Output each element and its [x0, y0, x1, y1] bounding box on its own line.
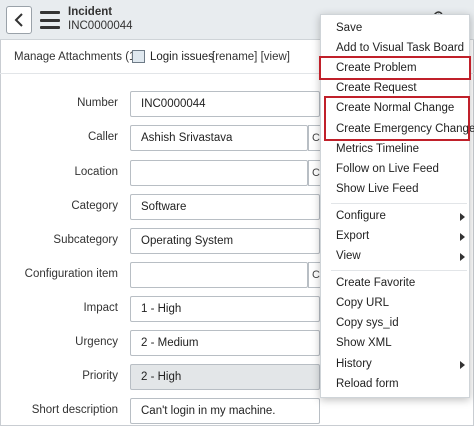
number-field[interactable]: INC0000044 — [130, 91, 320, 117]
urgency-label: Urgency — [75, 336, 118, 348]
chevron-right-icon — [460, 361, 465, 369]
category-label: Category — [71, 200, 118, 212]
highlight-create-change — [324, 96, 470, 141]
caller-label: Caller — [87, 131, 118, 143]
category-select[interactable]: Software — [130, 194, 320, 220]
back-button[interactable] — [6, 6, 32, 34]
menu-item-save[interactable]: Save — [321, 19, 471, 39]
impact-label: Impact — [83, 302, 118, 314]
configuration-item-label: Configuration item — [24, 268, 118, 280]
short-description-label: Short description — [31, 404, 118, 416]
menu-item-configure[interactable]: Configure — [321, 207, 471, 227]
menu-item-copy-url[interactable]: Copy URL — [321, 294, 471, 314]
menu-item-view[interactable]: View — [321, 247, 471, 267]
menu-item-export[interactable]: Export — [321, 227, 471, 247]
caller-field[interactable]: Ashish Srivastava — [130, 125, 308, 151]
subcategory-select[interactable]: Operating System — [130, 228, 320, 254]
menu-item-metrics-timeline[interactable]: Metrics Timeline — [321, 140, 471, 160]
menu-divider — [331, 203, 467, 204]
impact-select[interactable]: 1 - High — [130, 296, 320, 322]
priority-label: Priority — [82, 370, 118, 382]
subcategory-label: Subcategory — [53, 234, 118, 246]
location-field[interactable] — [130, 160, 308, 186]
manage-attachments-label[interactable]: Manage Attachments (1): — [14, 51, 142, 63]
chevron-right-icon — [460, 213, 465, 221]
menu-item-show-live-feed[interactable]: Show Live Feed — [321, 180, 471, 200]
menu-item-follow-on-live-feed[interactable]: Follow on Live Feed — [321, 160, 471, 180]
menu-item-configure-label: Configure — [336, 210, 386, 222]
menu-item-create-favorite[interactable]: Create Favorite — [321, 274, 471, 294]
location-label: Location — [74, 166, 118, 178]
chevron-right-icon — [460, 253, 465, 261]
short-description-field[interactable]: Can't login in my machine. — [130, 398, 320, 424]
menu-item-reload-form[interactable]: Reload form — [321, 375, 471, 395]
record-type: Incident — [68, 6, 113, 18]
priority-field: 2 - High — [130, 364, 320, 390]
menu-item-show-xml[interactable]: Show XML — [321, 334, 471, 354]
hamburger-icon[interactable] — [40, 11, 60, 29]
chevron-right-icon — [460, 233, 465, 241]
chevron-left-icon — [14, 13, 23, 27]
attachment-file-link[interactable]: Login issues — [150, 51, 214, 63]
image-file-icon — [132, 50, 145, 63]
form-row-short-description: Short description Can't login in my mach… — [0, 396, 474, 426]
menu-item-history-label: History — [336, 358, 372, 370]
menu-item-history[interactable]: History — [321, 355, 471, 375]
urgency-select[interactable]: 2 - Medium — [130, 330, 320, 356]
attachment-actions[interactable]: [rename] [view] — [212, 51, 290, 63]
number-label: Number — [77, 97, 118, 109]
menu-divider — [331, 270, 467, 271]
highlight-create-problem — [319, 56, 471, 80]
menu-item-copy-sys-id[interactable]: Copy sys_id — [321, 314, 471, 334]
menu-item-export-label: Export — [336, 230, 370, 242]
menu-item-view-label: View — [336, 250, 361, 262]
record-number: INC0000044 — [68, 20, 133, 32]
configuration-item-field[interactable] — [130, 262, 308, 288]
